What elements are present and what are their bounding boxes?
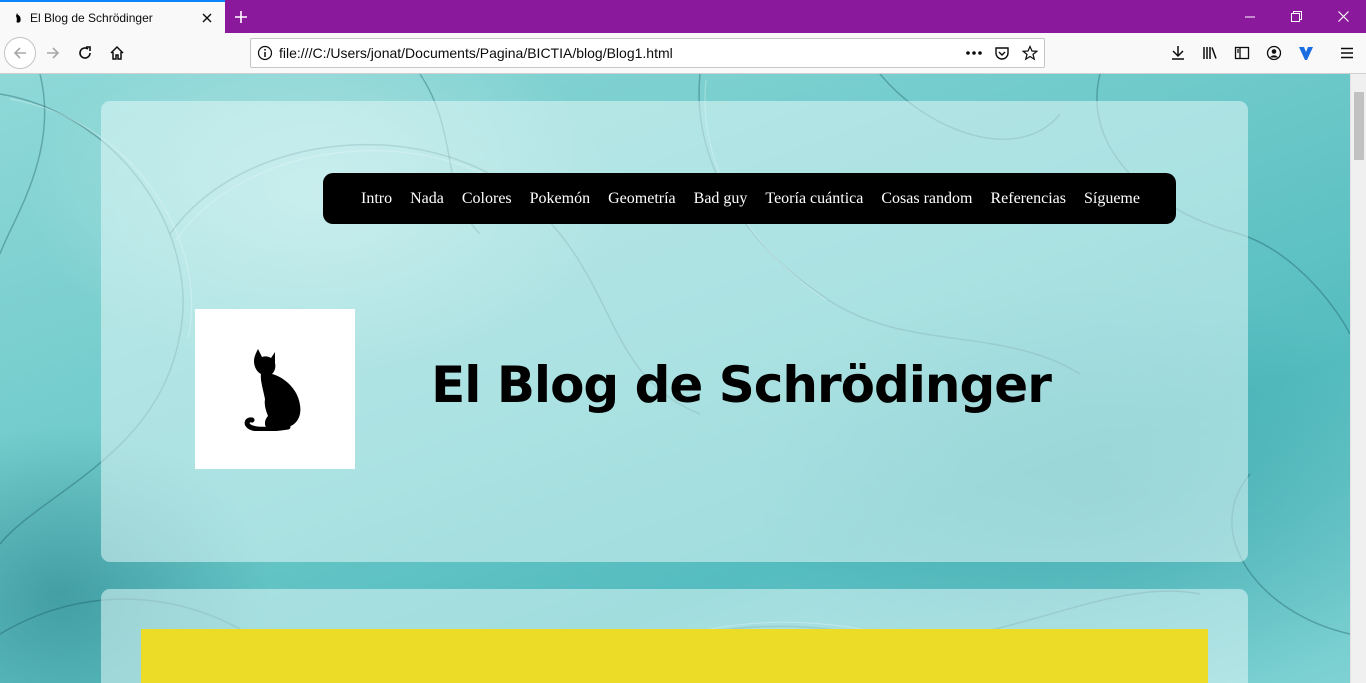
page-actions-icon[interactable] — [960, 39, 988, 67]
navigation-toolbar: file:///C:/Users/jonat/Documents/Pagina/… — [0, 33, 1366, 74]
extension-icon[interactable] — [1292, 39, 1320, 67]
menu-item-colores[interactable]: Colores — [462, 190, 512, 208]
cat-silhouette-icon — [244, 349, 301, 431]
cat-favicon-icon — [10, 10, 26, 26]
highlight-banner — [141, 629, 1208, 683]
minimize-window-icon[interactable] — [1227, 0, 1273, 33]
menu-item-bad-guy[interactable]: Bad guy — [694, 190, 748, 208]
menu-item-intro[interactable]: Intro — [361, 190, 392, 208]
url-bar[interactable]: file:///C:/Users/jonat/Documents/Pagina/… — [250, 38, 1045, 68]
menu-hamburger-icon[interactable] — [1333, 39, 1361, 67]
menu-item-pokemon[interactable]: Pokemón — [530, 190, 590, 208]
menu-item-teoria-cuantica[interactable]: Teoría cuántica — [765, 190, 863, 208]
site-info-icon[interactable] — [251, 39, 279, 67]
menu-item-geometria[interactable]: Geometría — [608, 190, 676, 208]
account-icon[interactable] — [1260, 39, 1288, 67]
sidebar-icon[interactable] — [1228, 39, 1256, 67]
menu-item-cosas-random[interactable]: Cosas random — [881, 190, 972, 208]
forward-button[interactable] — [37, 37, 69, 69]
home-icon[interactable] — [101, 37, 133, 69]
close-window-icon[interactable] — [1320, 0, 1366, 33]
menu-item-nada[interactable]: Nada — [410, 190, 444, 208]
url-text[interactable]: file:///C:/Users/jonat/Documents/Pagina/… — [279, 45, 960, 61]
menu-item-referencias[interactable]: Referencias — [990, 190, 1066, 208]
tab-strip: El Blog de Schrödinger — [0, 0, 1366, 33]
pocket-icon[interactable] — [988, 39, 1016, 67]
library-icon[interactable] — [1196, 39, 1224, 67]
back-button[interactable] — [4, 37, 36, 69]
close-tab-icon[interactable] — [195, 6, 219, 30]
page-title: El Blog de Schrödinger — [431, 356, 1052, 414]
bookmark-star-icon[interactable] — [1016, 39, 1044, 67]
tab-active[interactable]: El Blog de Schrödinger — [0, 0, 225, 33]
menu-item-sigueme[interactable]: Sígueme — [1084, 190, 1140, 208]
restore-window-icon[interactable] — [1273, 0, 1319, 33]
reload-icon[interactable] — [69, 37, 101, 69]
vertical-scrollbar[interactable] — [1350, 74, 1366, 683]
page-viewport: Intro Nada Colores Pokemón Geometría Bad… — [0, 74, 1366, 683]
main-menu: Intro Nada Colores Pokemón Geometría Bad… — [323, 173, 1176, 224]
logo — [195, 309, 355, 469]
content-card — [101, 589, 1248, 683]
downloads-icon[interactable] — [1164, 39, 1192, 67]
new-tab-button[interactable] — [226, 0, 256, 33]
tab-title: El Blog de Schrödinger — [30, 10, 153, 25]
scrollbar-thumb[interactable] — [1354, 92, 1364, 160]
header-card: Intro Nada Colores Pokemón Geometría Bad… — [101, 101, 1248, 562]
